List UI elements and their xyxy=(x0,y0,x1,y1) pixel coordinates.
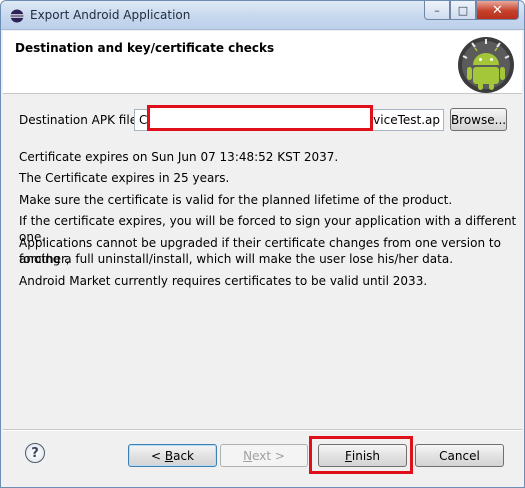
next-rest: ext > xyxy=(252,448,285,463)
eclipse-icon xyxy=(10,9,24,23)
browse-button[interactable]: Browse... xyxy=(450,108,507,131)
message-expiry-years: The Certificate expires in 25 years. xyxy=(19,171,230,185)
message-market: Android Market currently requires certif… xyxy=(19,274,428,288)
message-uninstall: forcing a full uninstall/install, which … xyxy=(19,252,454,266)
back-prefix: < xyxy=(150,448,165,463)
redaction-box xyxy=(147,105,373,131)
next-button[interactable]: Next > xyxy=(220,444,308,467)
window-controls: – □ ✕ xyxy=(424,1,519,21)
export-dialog: Export Android Application – □ ✕ Destina… xyxy=(0,0,525,488)
next-mnemonic: N xyxy=(243,448,253,463)
close-button[interactable]: ✕ xyxy=(476,1,519,20)
destination-label: Destination APK file: xyxy=(19,113,142,127)
back-rest: ack xyxy=(173,448,194,463)
finish-rest: inish xyxy=(351,448,381,463)
page-title: Destination and key/certificate checks xyxy=(15,41,275,55)
finish-mnemonic: F xyxy=(344,448,352,463)
back-button[interactable]: < Back xyxy=(128,444,217,467)
message-expiry-date: Certificate expires on Sun Jun 07 13:48:… xyxy=(19,150,339,164)
window-title: Export Android Application xyxy=(30,8,191,22)
help-icon[interactable]: ? xyxy=(25,443,45,463)
maximize-button[interactable]: □ xyxy=(450,1,476,20)
wizard-header: Destination and key/certificate checks xyxy=(3,31,522,94)
back-mnemonic: B xyxy=(164,448,174,463)
finish-button[interactable]: Finish xyxy=(318,444,407,467)
footer-separator xyxy=(3,429,522,431)
android-logo-icon xyxy=(458,37,514,93)
minimize-button[interactable]: – xyxy=(424,1,450,20)
title-bar[interactable]: Export Android Application – □ ✕ xyxy=(1,1,524,30)
message-validity: Make sure the certificate is valid for t… xyxy=(19,193,453,207)
cancel-button[interactable]: Cancel xyxy=(415,444,504,467)
